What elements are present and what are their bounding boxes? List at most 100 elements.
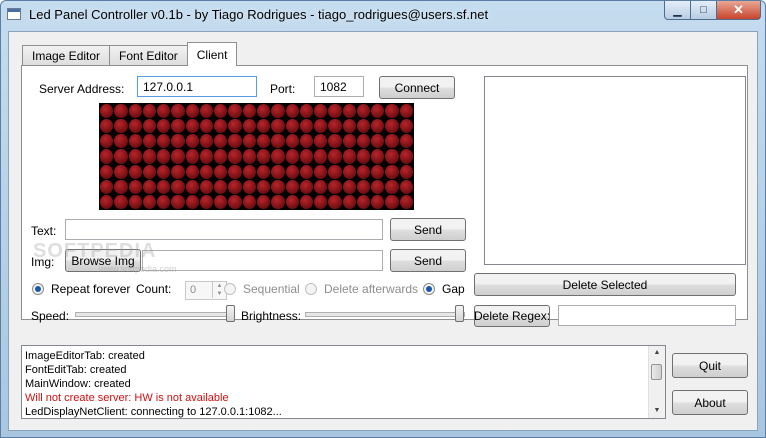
delete-regex-input[interactable] <box>558 305 736 326</box>
led-dot <box>214 179 228 194</box>
led-dot <box>171 179 185 194</box>
led-dot <box>171 194 185 209</box>
log-line: MainWindow: created <box>25 378 131 390</box>
send-img-button[interactable]: Send <box>390 249 466 272</box>
led-dot <box>256 149 271 164</box>
led-dot <box>342 104 356 119</box>
led-dot <box>114 119 128 134</box>
repeat-forever-radio[interactable] <box>32 283 44 295</box>
brightness-slider-track[interactable] <box>305 312 465 317</box>
brightness-slider-handle[interactable] <box>455 305 464 322</box>
led-dot <box>128 194 142 209</box>
led-dot <box>128 104 142 119</box>
led-dot <box>314 134 328 149</box>
speed-slider-handle[interactable] <box>226 305 235 322</box>
led-dot <box>142 164 157 179</box>
led-dot <box>285 104 299 119</box>
led-dot <box>371 194 385 209</box>
count-spinbox[interactable]: 0 ▲ ▼ <box>185 281 227 300</box>
led-dot <box>399 179 413 194</box>
led-dot <box>399 194 413 209</box>
led-dot <box>356 149 371 164</box>
speed-slider-track[interactable] <box>75 312 233 317</box>
led-dot <box>100 179 114 194</box>
close-button[interactable]: ✕ <box>717 1 761 20</box>
led-dot <box>399 134 413 149</box>
led-dot <box>100 119 114 134</box>
send-text-button[interactable]: Send <box>390 218 466 241</box>
led-dot <box>356 134 371 149</box>
watermark-url: www.softpedia.com <box>99 264 177 274</box>
img-path-input[interactable] <box>142 250 383 271</box>
server-address-input[interactable] <box>137 76 257 97</box>
sequential-radio[interactable] <box>224 283 236 295</box>
led-dot <box>271 194 285 209</box>
led-dot <box>199 149 214 164</box>
led-dot <box>128 149 142 164</box>
title-bar[interactable]: Led Panel Controller v0.1b - by Tiago Ro… <box>1 1 765 29</box>
led-dot <box>228 134 242 149</box>
sequential-label: Sequential <box>243 282 300 296</box>
led-dot <box>328 164 342 179</box>
led-dot <box>385 104 399 119</box>
led-dot <box>157 179 171 194</box>
led-dot <box>356 104 371 119</box>
speed-label: Speed: <box>31 309 70 323</box>
led-dot <box>371 179 385 194</box>
led-dot <box>242 164 256 179</box>
log-line: LedDisplayNetClient: connecting to 127.0… <box>25 406 282 418</box>
repeat-forever-label: Repeat forever <box>51 282 131 296</box>
text-input[interactable] <box>65 219 383 240</box>
led-dot <box>185 164 199 179</box>
led-dot <box>385 119 399 134</box>
led-dot <box>314 104 328 119</box>
led-dot <box>385 164 399 179</box>
log-scrollbar[interactable]: ▲ ▼ <box>648 346 665 418</box>
led-dot <box>214 104 228 119</box>
maximize-icon: □ <box>700 4 707 16</box>
led-dot <box>214 134 228 149</box>
app-icon <box>7 8 21 20</box>
led-dot <box>399 149 413 164</box>
quit-button[interactable]: Quit <box>672 353 748 378</box>
led-dot <box>299 164 314 179</box>
led-dot <box>356 194 371 209</box>
led-dot <box>371 149 385 164</box>
tab-font-editor[interactable]: Font Editor <box>109 45 188 66</box>
led-dot <box>256 194 271 209</box>
log-output[interactable]: ImageEditorTab: created FontEditTab: cre… <box>21 345 666 419</box>
delete-afterwards-radio[interactable] <box>305 283 317 295</box>
led-dot <box>328 119 342 134</box>
led-dot <box>114 104 128 119</box>
led-dot <box>399 119 413 134</box>
tab-image-editor[interactable]: Image Editor <box>22 45 111 66</box>
led-dot <box>385 149 399 164</box>
led-dot <box>371 104 385 119</box>
led-dot <box>242 179 256 194</box>
minimize-button[interactable]: ▁ <box>664 1 691 20</box>
log-line: ImageEditorTab: created <box>25 350 145 362</box>
maximize-button[interactable]: □ <box>691 1 717 20</box>
led-dot <box>328 149 342 164</box>
gap-radio[interactable] <box>423 283 435 295</box>
delete-regex-button[interactable]: Delete Regex: <box>474 305 550 327</box>
led-dot <box>100 134 114 149</box>
led-dot <box>399 104 413 119</box>
led-dot <box>100 194 114 209</box>
server-address-label: Server Address: <box>39 82 125 96</box>
scroll-thumb[interactable] <box>651 364 662 380</box>
led-dot <box>214 164 228 179</box>
delete-selected-button[interactable]: Delete Selected <box>474 273 736 296</box>
connect-button[interactable]: Connect <box>379 76 455 99</box>
led-dot <box>299 194 314 209</box>
led-dot <box>214 149 228 164</box>
message-queue-list[interactable] <box>484 76 746 265</box>
led-dot <box>342 134 356 149</box>
scroll-up-icon[interactable]: ▲ <box>649 346 665 360</box>
about-button[interactable]: About <box>672 390 748 415</box>
scroll-down-icon[interactable]: ▼ <box>649 404 665 418</box>
tab-client[interactable]: Client <box>186 42 238 66</box>
led-dot <box>114 149 128 164</box>
port-input[interactable] <box>314 76 364 97</box>
led-dot <box>114 134 128 149</box>
